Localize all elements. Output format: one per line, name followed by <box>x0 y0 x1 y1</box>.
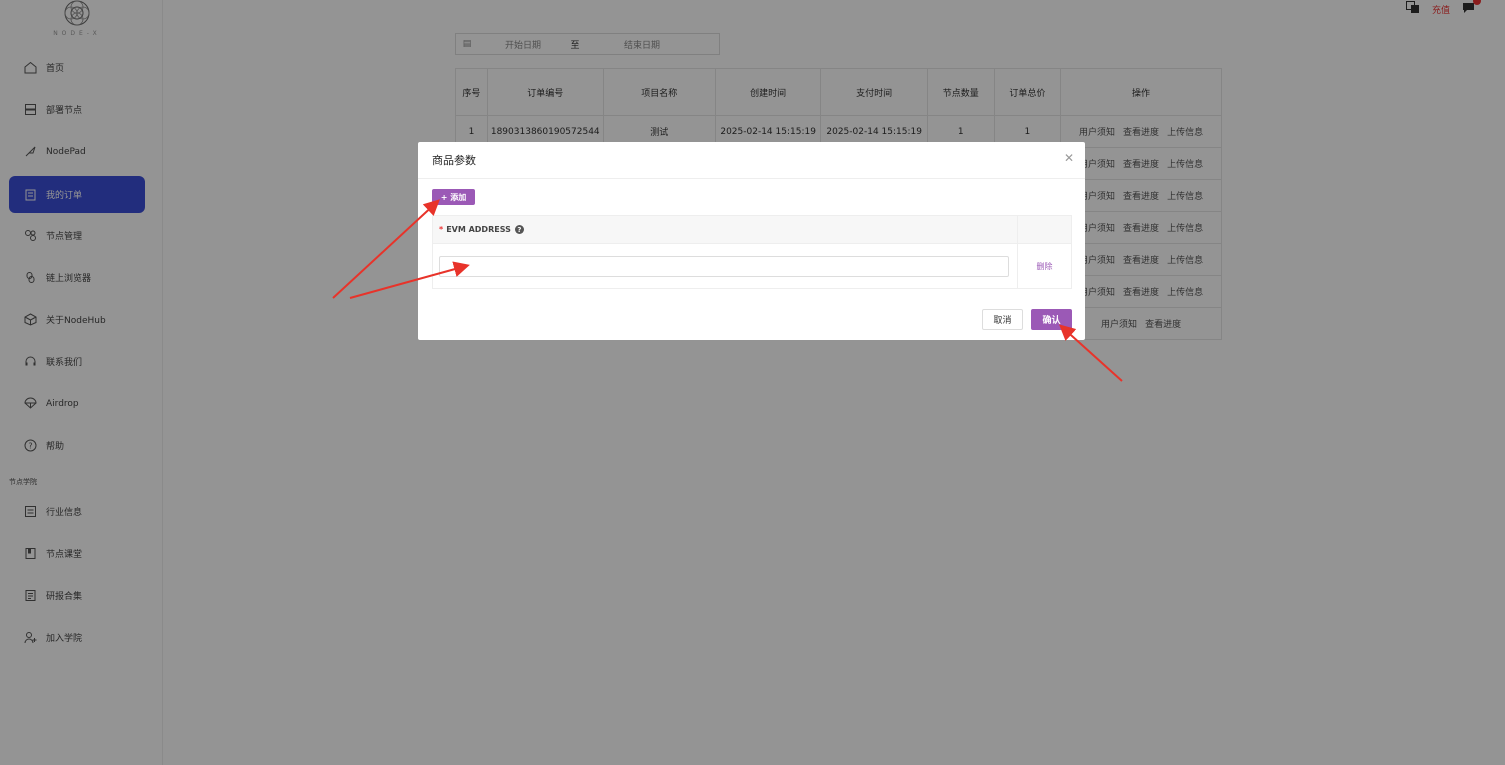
arrow-to-confirm-button <box>1059 324 1123 382</box>
arrow-to-add-button <box>332 199 440 299</box>
arrow-to-address-input <box>349 261 470 299</box>
annotation-arrows <box>332 199 1123 382</box>
